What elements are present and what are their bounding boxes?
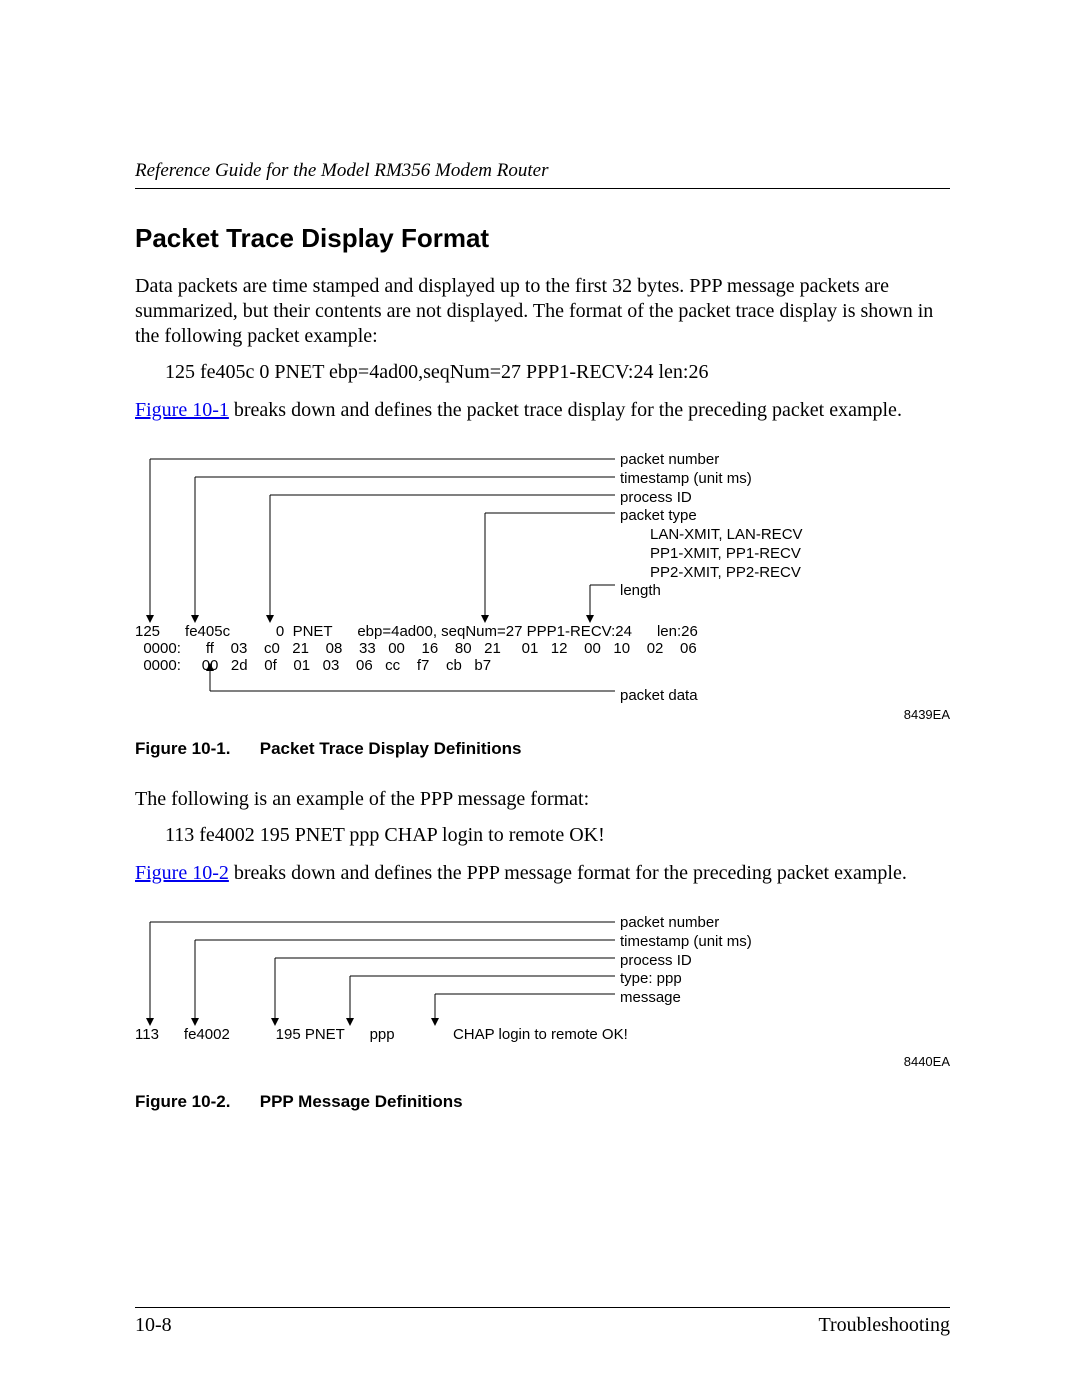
fig1-trace-line-2: 0000: ff 03 c0 21 08 33 00 16 80 21 01 1… <box>135 640 698 657</box>
figure-link-10-1[interactable]: Figure 10-1 <box>135 399 229 421</box>
figure-10-1-diagram: packet number timestamp (unit ms) proces… <box>135 451 950 721</box>
packet-example-1: 125 fe405c 0 PNET ebp=4ad00,seqNum=27 PP… <box>165 361 950 384</box>
intro-paragraph: Data packets are time stamped and displa… <box>135 274 950 349</box>
fig1-trace-line-1: 125 fe405c 0 PNET ebp=4ad00, seqNum=27 P… <box>135 623 698 640</box>
fig1-label-packet-type-b: PP1-XMIT, PP1-RECV <box>620 545 803 564</box>
fig1-label-packet-data: packet data <box>620 687 803 706</box>
fig2-label-timestamp: timestamp (unit ms) <box>620 933 752 952</box>
fig1-label-packet-number: packet number <box>620 451 803 470</box>
figure-10-1-caption: Figure 10-1. Packet Trace Display Defini… <box>135 739 950 759</box>
fig2-label-message: message <box>620 989 752 1008</box>
fig2-trace-line-1: 113 fe4002 195 PNET ppp CHAP login to re… <box>135 1026 628 1043</box>
figure-10-1-caption-num: Figure 10-1. <box>135 739 255 759</box>
mid-paragraph: The following is an example of the PPP m… <box>135 787 950 812</box>
fig1-label-process-id: process ID <box>620 489 803 508</box>
fig1-label-timestamp: timestamp (unit ms) <box>620 470 803 489</box>
figure-ref-2: Figure 10-2 breaks down and defines the … <box>135 861 950 886</box>
figure-10-2-caption-text: PPP Message Definitions <box>260 1092 463 1111</box>
fig2-label-process-id: process ID <box>620 952 752 971</box>
figure-ref-2-text: breaks down and defines the PPP message … <box>229 862 907 884</box>
page-footer: 10-8 Troubleshooting <box>135 1307 950 1337</box>
running-header: Reference Guide for the Model RM356 Mode… <box>135 160 950 189</box>
figure-link-10-2[interactable]: Figure 10-2 <box>135 862 229 884</box>
figure-10-2-caption: Figure 10-2. PPP Message Definitions <box>135 1092 950 1112</box>
fig1-label-length: length <box>620 582 803 601</box>
fig2-code: 8440EA <box>904 1054 950 1069</box>
chapter-name: Troubleshooting <box>818 1314 950 1337</box>
figure-10-2-caption-num: Figure 10-2. <box>135 1092 255 1112</box>
figure-ref-1: Figure 10-1 breaks down and defines the … <box>135 398 950 423</box>
fig1-label-packet-type-a: LAN-XMIT, LAN-RECV <box>620 526 803 545</box>
fig1-trace-line-3: 0000: 00 2d 0f 01 03 06 cc f7 cb b7 <box>135 657 698 674</box>
fig1-code: 8439EA <box>904 707 950 722</box>
figure-10-2-diagram: packet number timestamp (unit ms) proces… <box>135 914 950 1074</box>
packet-example-2: 113 fe4002 195 PNET ppp CHAP login to re… <box>165 824 950 847</box>
fig1-label-packet-type-c: PP2-XMIT, PP2-RECV <box>620 564 803 583</box>
figure-10-1-caption-text: Packet Trace Display Definitions <box>260 739 522 758</box>
fig2-label-type-ppp: type: ppp <box>620 970 752 989</box>
fig1-label-packet-type: packet type <box>620 507 803 526</box>
section-title: Packet Trace Display Format <box>135 223 950 254</box>
fig2-label-packet-number: packet number <box>620 914 752 933</box>
figure-ref-1-text: breaks down and defines the packet trace… <box>229 399 902 421</box>
page-number: 10-8 <box>135 1314 172 1337</box>
